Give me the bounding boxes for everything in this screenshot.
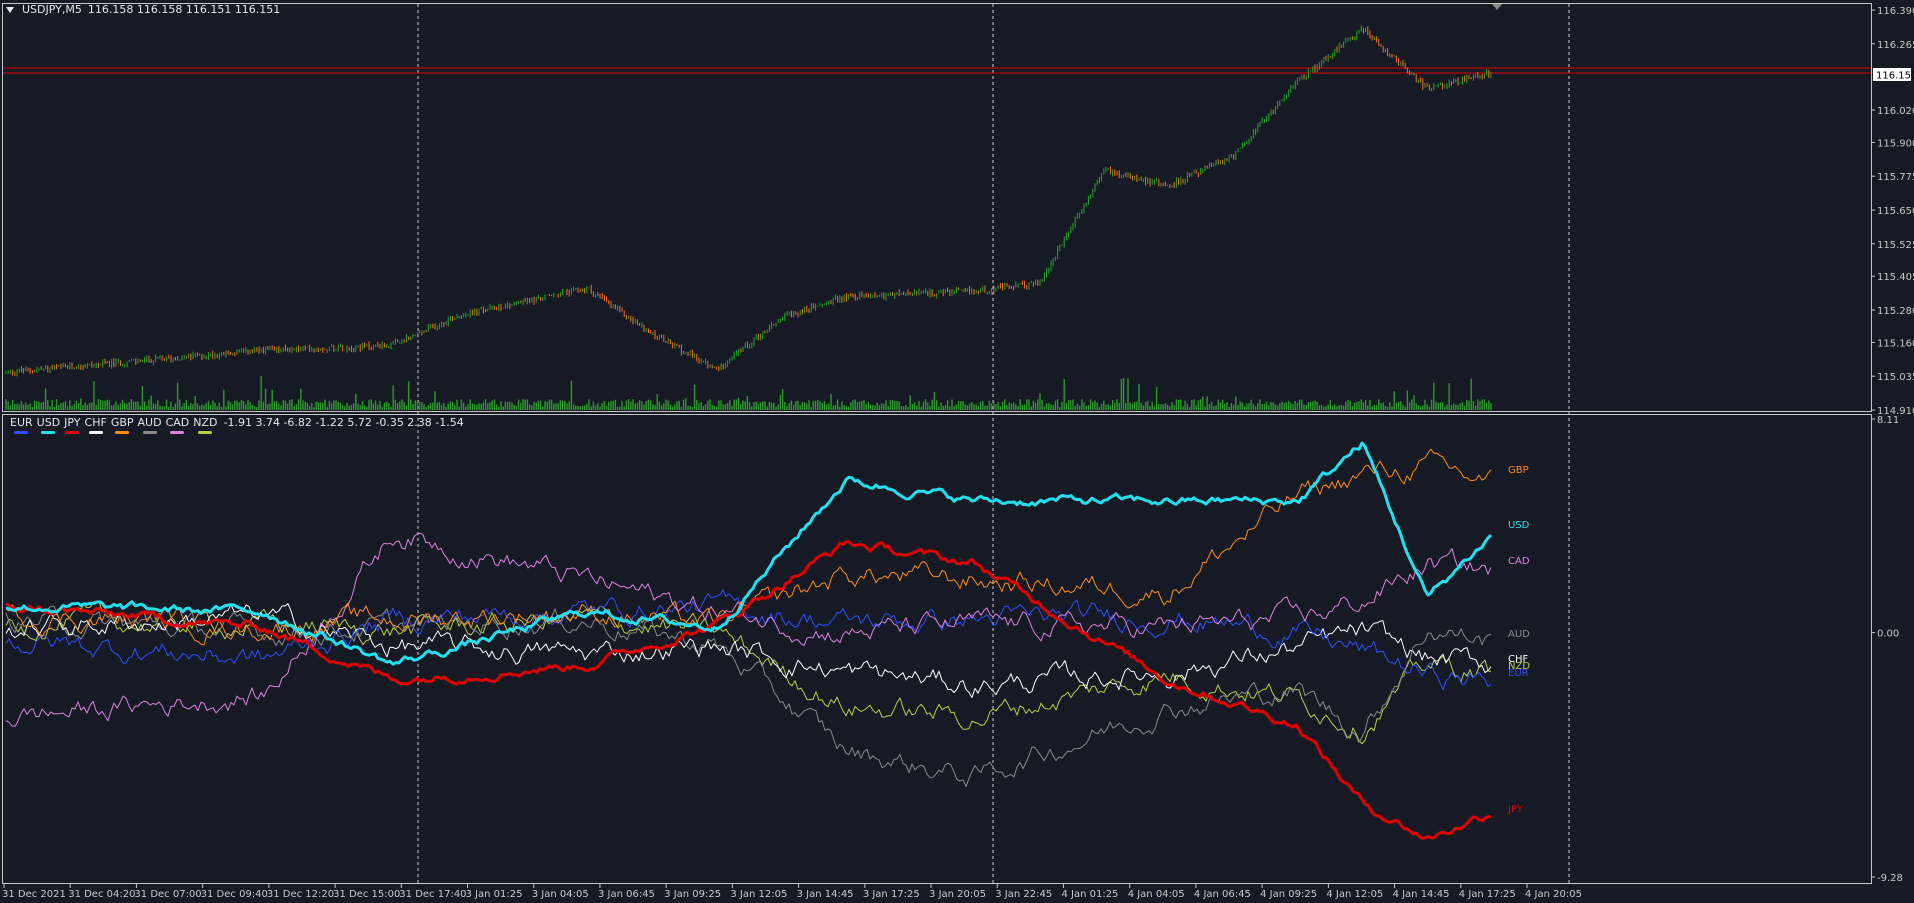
price-tick-label: 115.405 <box>1877 272 1914 283</box>
indicator-legend-swatch <box>88 431 103 434</box>
indicator-legend-jpy: JPY <box>64 416 81 434</box>
indicator-tick-label: 0.00 <box>1877 629 1899 640</box>
indicator-legend-label: CHF <box>84 416 107 429</box>
series-label-gbp: GBP <box>1508 465 1529 476</box>
time-tick-label: 4 Jan 14:45 <box>1393 889 1450 900</box>
indicator-legend-label: AUD <box>137 416 162 429</box>
time-tick-label: 4 Jan 04:05 <box>1128 889 1185 900</box>
price-tick-label: 115.280 <box>1877 306 1914 317</box>
time-tick-label: 4 Jan 01:25 <box>1061 889 1118 900</box>
price-tick-label: 115.775 <box>1877 172 1914 183</box>
indicator-legend-swatch <box>198 431 213 434</box>
current-price-tag: 116.151 <box>1873 68 1914 82</box>
indicator-legend-eur: EUR <box>10 416 33 434</box>
indicator-legend-label: USD <box>36 416 61 429</box>
indicator-legend-label: GBP <box>110 416 134 429</box>
indicator-legend-nzd: NZD <box>193 416 218 434</box>
price-tick-label: 115.650 <box>1877 206 1914 217</box>
series-label-cad: CAD <box>1508 556 1530 567</box>
indicator-legend-chf: CHF <box>85 416 107 434</box>
series-label-aud: AUD <box>1508 629 1530 640</box>
time-tick-label: 31 Dec 09:40 <box>201 889 268 900</box>
symbol-title: USDJPY,M5 <box>22 3 82 16</box>
series-label-usd: USD <box>1508 520 1530 531</box>
time-tick-label: 3 Jan 09:25 <box>664 889 721 900</box>
time-tick-label: 31 Dec 17:40 <box>399 889 466 900</box>
price-tick-label: 116.020 <box>1877 106 1914 117</box>
time-tick-label: 31 Dec 12:20 <box>267 889 334 900</box>
time-tick-label: 3 Jan 04:05 <box>532 889 589 900</box>
price-tick-label: 115.525 <box>1877 240 1914 251</box>
time-tick-label: 3 Jan 22:45 <box>995 889 1052 900</box>
time-tick-label: 3 Jan 14:45 <box>797 889 854 900</box>
indicator-values: -1.91 3.74 -6.82 -1.22 5.72 -0.35 2.38 -… <box>223 416 464 429</box>
time-tick-label: 4 Jan 09:25 <box>1260 889 1317 900</box>
indicator-legend-swatch <box>65 431 80 434</box>
indicator-legend-label: EUR <box>10 416 33 429</box>
time-tick-label: 31 Dec 2021 <box>2 889 66 900</box>
indicator-tick-label: -9.28 <box>1877 873 1903 884</box>
price-tick-label: 115.160 <box>1877 338 1914 349</box>
price-tick-label: 116.390 <box>1877 6 1914 17</box>
price-tick-label: 115.035 <box>1877 372 1914 383</box>
price-tick-label: 115.900 <box>1877 138 1914 149</box>
current-price-label: 116.151 <box>1876 71 1914 82</box>
time-tick-label: 31 Dec 07:00 <box>134 889 201 900</box>
dropdown-arrow-icon[interactable] <box>6 6 14 13</box>
indicator-legend-swatch <box>142 431 157 434</box>
price-tick-label: 116.265 <box>1877 40 1914 51</box>
symbol-ohlc: 116.158 116.158 116.151 116.151 <box>87 3 281 16</box>
indicator-header: EUR USD JPY CHF GBP AUD CAD NZD -1.91 3.74 -6.82… <box>10 416 464 434</box>
indicator-legend-label: JPY <box>64 416 81 429</box>
indicator-legend-label: CAD <box>165 416 190 429</box>
time-tick-label: 4 Jan 12:05 <box>1326 889 1383 900</box>
time-tick-label: 3 Jan 01:25 <box>466 889 523 900</box>
series-label-eur: EUR <box>1508 668 1529 679</box>
indicator-legend-aud: AUD <box>138 416 162 434</box>
indicator-legend-swatch <box>115 431 130 434</box>
time-tick-label: 4 Jan 06:45 <box>1194 889 1251 900</box>
chart-canvas[interactable]: 116.390 116.265 116.020 115.900 115.775 115.6… <box>0 0 1914 903</box>
time-tick-label: 3 Jan 17:25 <box>863 889 920 900</box>
indicator-legend-swatch <box>170 431 185 434</box>
indicator-legend-label: NZD <box>193 416 218 429</box>
indicator-tick-label: 8.11 <box>1877 415 1899 426</box>
indicator-legend-swatch <box>14 431 29 434</box>
time-tick-label: 3 Jan 20:05 <box>929 889 986 900</box>
time-tick-label: 31 Dec 15:00 <box>333 889 400 900</box>
time-tick-label: 4 Jan 17:25 <box>1459 889 1516 900</box>
indicator-legend-usd: USD <box>36 416 61 434</box>
time-tick-label: 3 Jan 12:05 <box>730 889 787 900</box>
indicator-legend-gbp: GBP <box>111 416 134 434</box>
time-tick-label: 3 Jan 06:45 <box>598 889 655 900</box>
time-tick-label: 4 Jan 20:05 <box>1525 889 1582 900</box>
indicator-legend-swatch <box>41 431 56 434</box>
time-tick-label: 31 Dec 04:20 <box>68 889 135 900</box>
indicator-legend-cad: CAD <box>165 416 190 434</box>
symbol-header: USDJPY,M5 116.158 116.158 116.151 116.15… <box>6 3 280 16</box>
series-label-jpy: JPY <box>1507 804 1524 815</box>
